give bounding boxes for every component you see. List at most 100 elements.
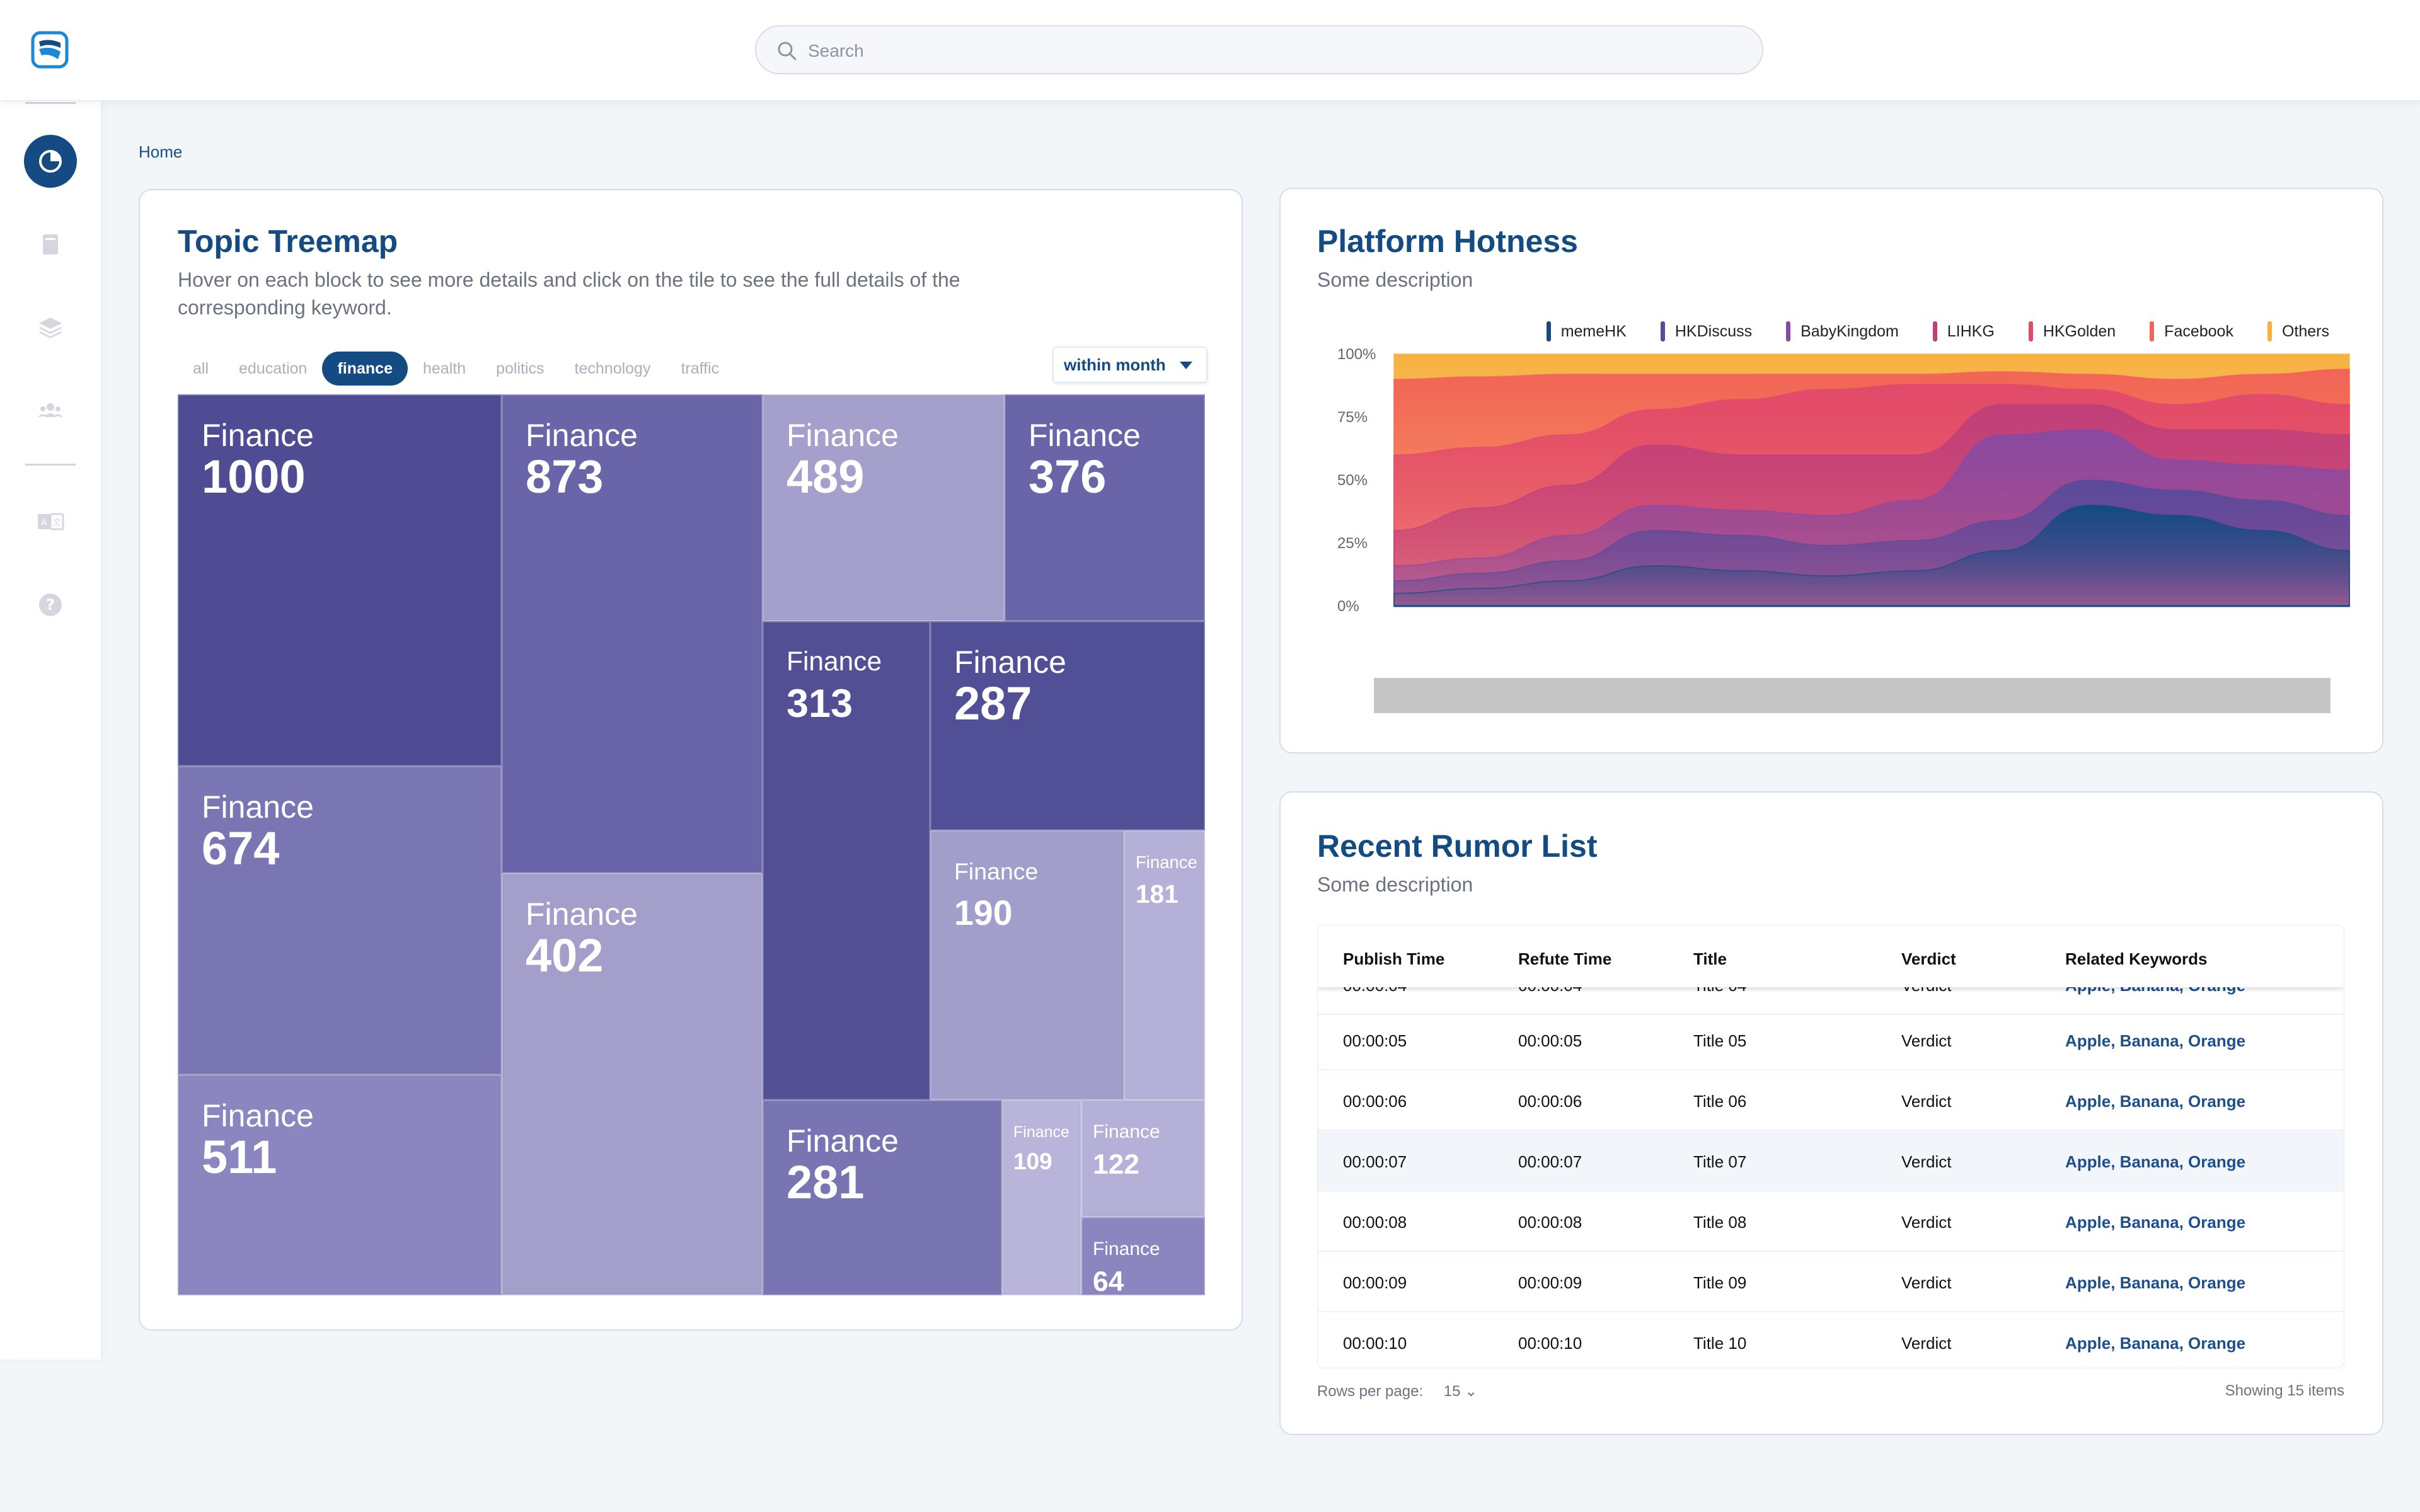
table-cell: Verdict [1901,1334,1952,1353]
sidebar-item-users[interactable] [24,384,77,437]
treemap-tile[interactable]: Finance 489 [763,394,1005,621]
tile-label: Finance [526,418,638,453]
translate-icon: A 文 [38,513,64,530]
filter-chip-education[interactable]: education [224,352,322,386]
legend-item[interactable]: HKDiscuss [1660,321,1753,341]
sidebar-item-library[interactable] [24,218,77,271]
treemap-tile[interactable]: Finance 873 [502,394,763,873]
legend-label: HKDiscuss [1674,322,1753,340]
tile-label: Finance [954,644,1066,680]
legend-item[interactable]: LIHKG [1932,321,1995,341]
tile-value: 190 [954,893,1013,932]
treemap-tile[interactable]: Finance 402 [502,873,763,1295]
sidebar-item-help[interactable]: ? [24,578,77,631]
table-row[interactable]: 00:00:09 00:00:09 Title 09 Verdict Apple, Ba… [1318,1252,2344,1312]
treemap-tile[interactable]: Finance 190 [930,830,1124,1100]
search-bar[interactable] [755,25,1763,74]
treemap-tile[interactable]: Finance 64 [1081,1217,1205,1297]
legend-label: Others [2281,322,2329,340]
svg-text:?: ? [46,596,55,614]
description-line: Hover on each block to see more details … [178,268,960,291]
layers-icon [39,318,62,338]
keyword-links[interactable]: Apple, Banana, Orange [2065,1334,2245,1353]
table-cell: 00:00:06 [1343,1092,1407,1111]
keyword-links[interactable]: Apple, Banana, Orange [2065,1092,2245,1111]
column-header[interactable]: Refute Time [1518,949,1611,969]
keyword-links[interactable]: Apple, Banana, Orange [2065,1213,2245,1232]
treemap-tile[interactable]: Finance 181 [1124,830,1205,1100]
column-header[interactable]: Related Keywords [2065,949,2207,969]
table-cell: Title 06 [1693,1092,1747,1111]
table-row[interactable]: 00:00:08 00:00:08 Title 08 Verdict Apple, Ba… [1318,1191,2344,1252]
sidebar-item-dashboard[interactable] [24,135,77,188]
y-tick-label: 0% [1337,598,1359,611]
table-cell: 00:00:10 [1343,1334,1407,1353]
tile-value: 181 [1136,879,1178,908]
time-range-dropdown[interactable]: within month [1052,346,1207,383]
filter-chip-finance[interactable]: finance [322,352,408,386]
treemap-tile[interactable]: Finance 1000 [178,394,502,766]
tile-value: 64 [1093,1266,1124,1297]
search-input[interactable] [808,35,1741,67]
card-description: Some description [1317,873,1473,896]
book-icon [43,234,58,255]
rows-per-page-select[interactable]: 15 ⌄ [1444,1383,1477,1400]
card-description: Hover on each block to see more details … [178,266,960,321]
tile-value: 489 [786,450,865,503]
legend-label: Facebook [2164,322,2233,340]
legend-item[interactable]: Others [2267,321,2329,341]
sidebar-item-translate[interactable]: A 文 [24,495,77,548]
table-cell: Verdict [1901,1092,1952,1111]
table-cell: 00:00:09 [1343,1273,1407,1292]
table-row[interactable]: 00:00:10 00:00:10 Title 10 Verdict Apple, Ba… [1318,1312,2344,1368]
column-header[interactable]: Verdict [1901,949,1956,969]
filter-chip-all[interactable]: all [178,352,224,386]
table-cell: 00:00:05 [1518,1031,1582,1050]
table-row[interactable]: 00:00:05 00:00:05 Title 05 Verdict Apple, Ba… [1318,1010,2344,1070]
treemap-tile[interactable]: Finance 313 [763,621,930,1100]
legend-swatch [1660,321,1665,341]
app-logo-icon[interactable] [30,30,69,69]
column-header[interactable]: Publish Time [1343,949,1444,969]
table-cell: 00:00:08 [1343,1213,1407,1232]
table-cell: Title 08 [1693,1213,1747,1232]
treemap-tile[interactable]: Finance 287 [930,621,1205,830]
filter-chip-technology[interactable]: technology [560,352,666,386]
filter-chip-health[interactable]: health [408,352,481,386]
table-cell: Title 09 [1693,1273,1747,1292]
platform-hotness-card: Platform Hotness Some description memeHK… [1279,188,2383,753]
table-row[interactable]: 00:00:06 00:00:06 Title 06 Verdict Apple, Ba… [1318,1070,2344,1131]
keyword-links[interactable]: Apple, Banana, Orange [2065,1273,2245,1293]
platform-hotness-chart: 100%75%50%25%0%JanFebMarAprMayJunJulAugS… [1337,346,2350,611]
svg-text:文: 文 [52,518,61,528]
legend-item[interactable]: HKGolden [2028,321,2116,341]
chart-legend: memeHK HKDiscuss BabyKingdom LIHKG HKGolden F… [1546,321,2329,341]
chart-zoom-scrollbar[interactable] [1374,678,2331,713]
recent-rumor-list-card: Recent Rumor List Some description Publi… [1279,791,2383,1435]
card-description: Some description [1317,268,1473,291]
table-row[interactable]: 00:00:07 00:00:07 Title 07 Verdict Apple, Ba… [1318,1131,2344,1191]
column-header[interactable]: Title [1693,949,1727,969]
treemap-tile[interactable]: Finance 281 [763,1100,1002,1295]
treemap-tile[interactable]: Finance 122 [1081,1100,1205,1217]
tile-label: Finance [202,789,314,825]
keyword-links[interactable]: Apple, Banana, Orange [2065,1031,2245,1051]
table-cell: Title 07 [1693,1152,1747,1171]
keyword-links[interactable]: Apple, Banana, Orange [2065,1152,2245,1172]
filter-chip-traffic[interactable]: traffic [666,352,734,386]
card-title: Platform Hotness [1317,224,1578,259]
legend-item[interactable]: memeHK [1546,321,1627,341]
treemap-tile[interactable]: Finance 674 [178,766,502,1075]
treemap-tile[interactable]: Finance 376 [1005,394,1205,621]
legend-item[interactable]: Facebook [2150,321,2233,341]
breadcrumb[interactable]: Home [139,142,182,162]
pie-chart-icon [39,150,62,173]
tile-value: 281 [786,1156,865,1208]
treemap-tile[interactable]: Finance 511 [178,1075,502,1295]
sidebar-item-topics[interactable] [24,301,77,354]
filter-chip-politics[interactable]: politics [481,352,559,386]
treemap-tile[interactable]: Finance 109 [1002,1100,1081,1295]
svg-text:A: A [41,518,47,528]
legend-swatch [1546,321,1551,341]
legend-item[interactable]: BabyKingdom [1786,321,1899,341]
